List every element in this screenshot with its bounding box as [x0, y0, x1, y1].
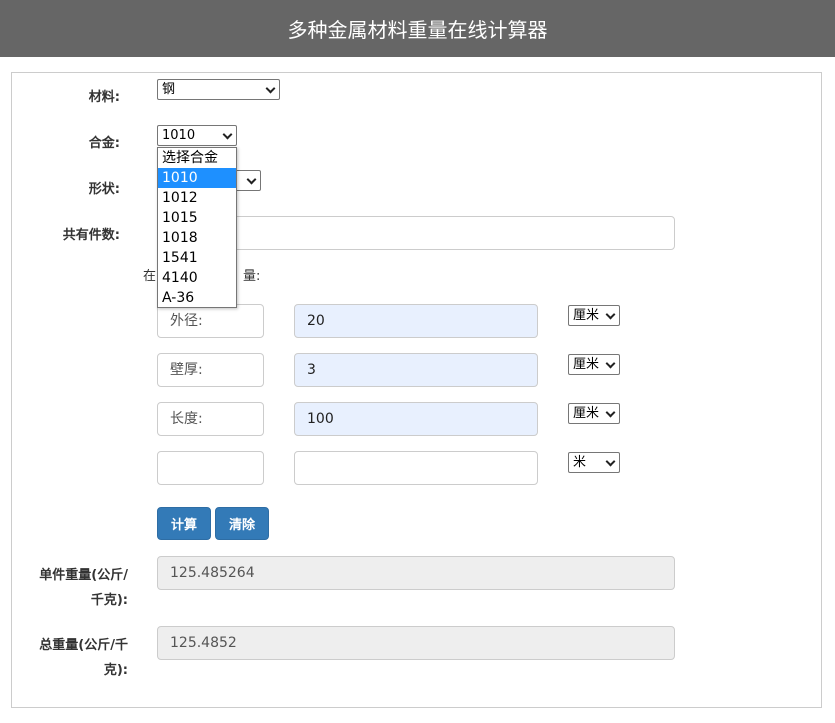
material-label: 材料: [88, 90, 120, 105]
alloy-select[interactable]: 1010 [157, 125, 237, 146]
chevron-down-icon [247, 176, 257, 186]
dimension-value-wall-thickness[interactable]: 3 [294, 353, 538, 387]
alloy-option[interactable]: A-36 [158, 288, 236, 308]
chevron-down-icon [223, 131, 233, 141]
alloy-label: 合金: [88, 136, 120, 151]
dimension-name-extra [157, 451, 264, 485]
alloy-dropdown-list: 选择合金 1010 1012 1015 1018 1541 4140 A-36 [157, 147, 237, 308]
chevron-down-icon [606, 311, 616, 321]
unit-weight-label: 单件重量(公斤/ 千克): [39, 568, 128, 608]
chevron-down-icon [606, 409, 616, 419]
count-label: 共有件数: [62, 228, 120, 243]
total-weight-output: 125.4852 [157, 626, 675, 660]
dimension-name-wall-thickness: 壁厚: [157, 353, 264, 387]
chevron-down-icon [266, 85, 276, 95]
page-title: 多种金属材料重量在线计算器 [287, 18, 548, 42]
page-header: 多种金属材料重量在线计算器 [0, 0, 835, 57]
unit-weight-output: 125.485264 [157, 556, 675, 590]
shape-label: 形状: [88, 182, 120, 197]
alloy-option[interactable]: 1015 [158, 208, 236, 228]
material-select[interactable]: 钢 [157, 79, 280, 100]
dimension-value-outer-diameter[interactable]: 20 [294, 304, 538, 338]
unit-select-extra[interactable]: 米 [568, 452, 620, 473]
alloy-option[interactable]: 4140 [158, 268, 236, 288]
alloy-option[interactable]: 1012 [158, 188, 236, 208]
alloy-option[interactable]: 1018 [158, 228, 236, 248]
alloy-option[interactable]: 1541 [158, 248, 236, 268]
dimension-value-extra[interactable] [294, 451, 538, 485]
material-select-value: 钢 [162, 82, 176, 97]
alloy-option-selected[interactable]: 1010 [158, 168, 236, 188]
dimension-value-length[interactable]: 100 [294, 402, 538, 436]
alloy-option[interactable]: 选择合金 [158, 148, 236, 168]
chevron-down-icon [606, 458, 616, 468]
chevron-down-icon [606, 360, 616, 370]
alloy-select-value: 1010 [162, 128, 196, 143]
clear-button[interactable]: 清除 [215, 507, 269, 540]
dimension-name-length: 长度: [157, 402, 264, 436]
dimension-name-outer-diameter: 外径: [157, 304, 264, 338]
calculate-button[interactable]: 计算 [157, 507, 211, 540]
total-weight-label: 总重量(公斤/千 克): [39, 638, 128, 678]
unit-select-wall-thickness[interactable]: 厘米 [568, 354, 620, 375]
unit-select-length[interactable]: 厘米 [568, 403, 620, 424]
unit-select-outer-diameter[interactable]: 厘米 [568, 305, 620, 326]
calculator-panel [11, 72, 822, 708]
